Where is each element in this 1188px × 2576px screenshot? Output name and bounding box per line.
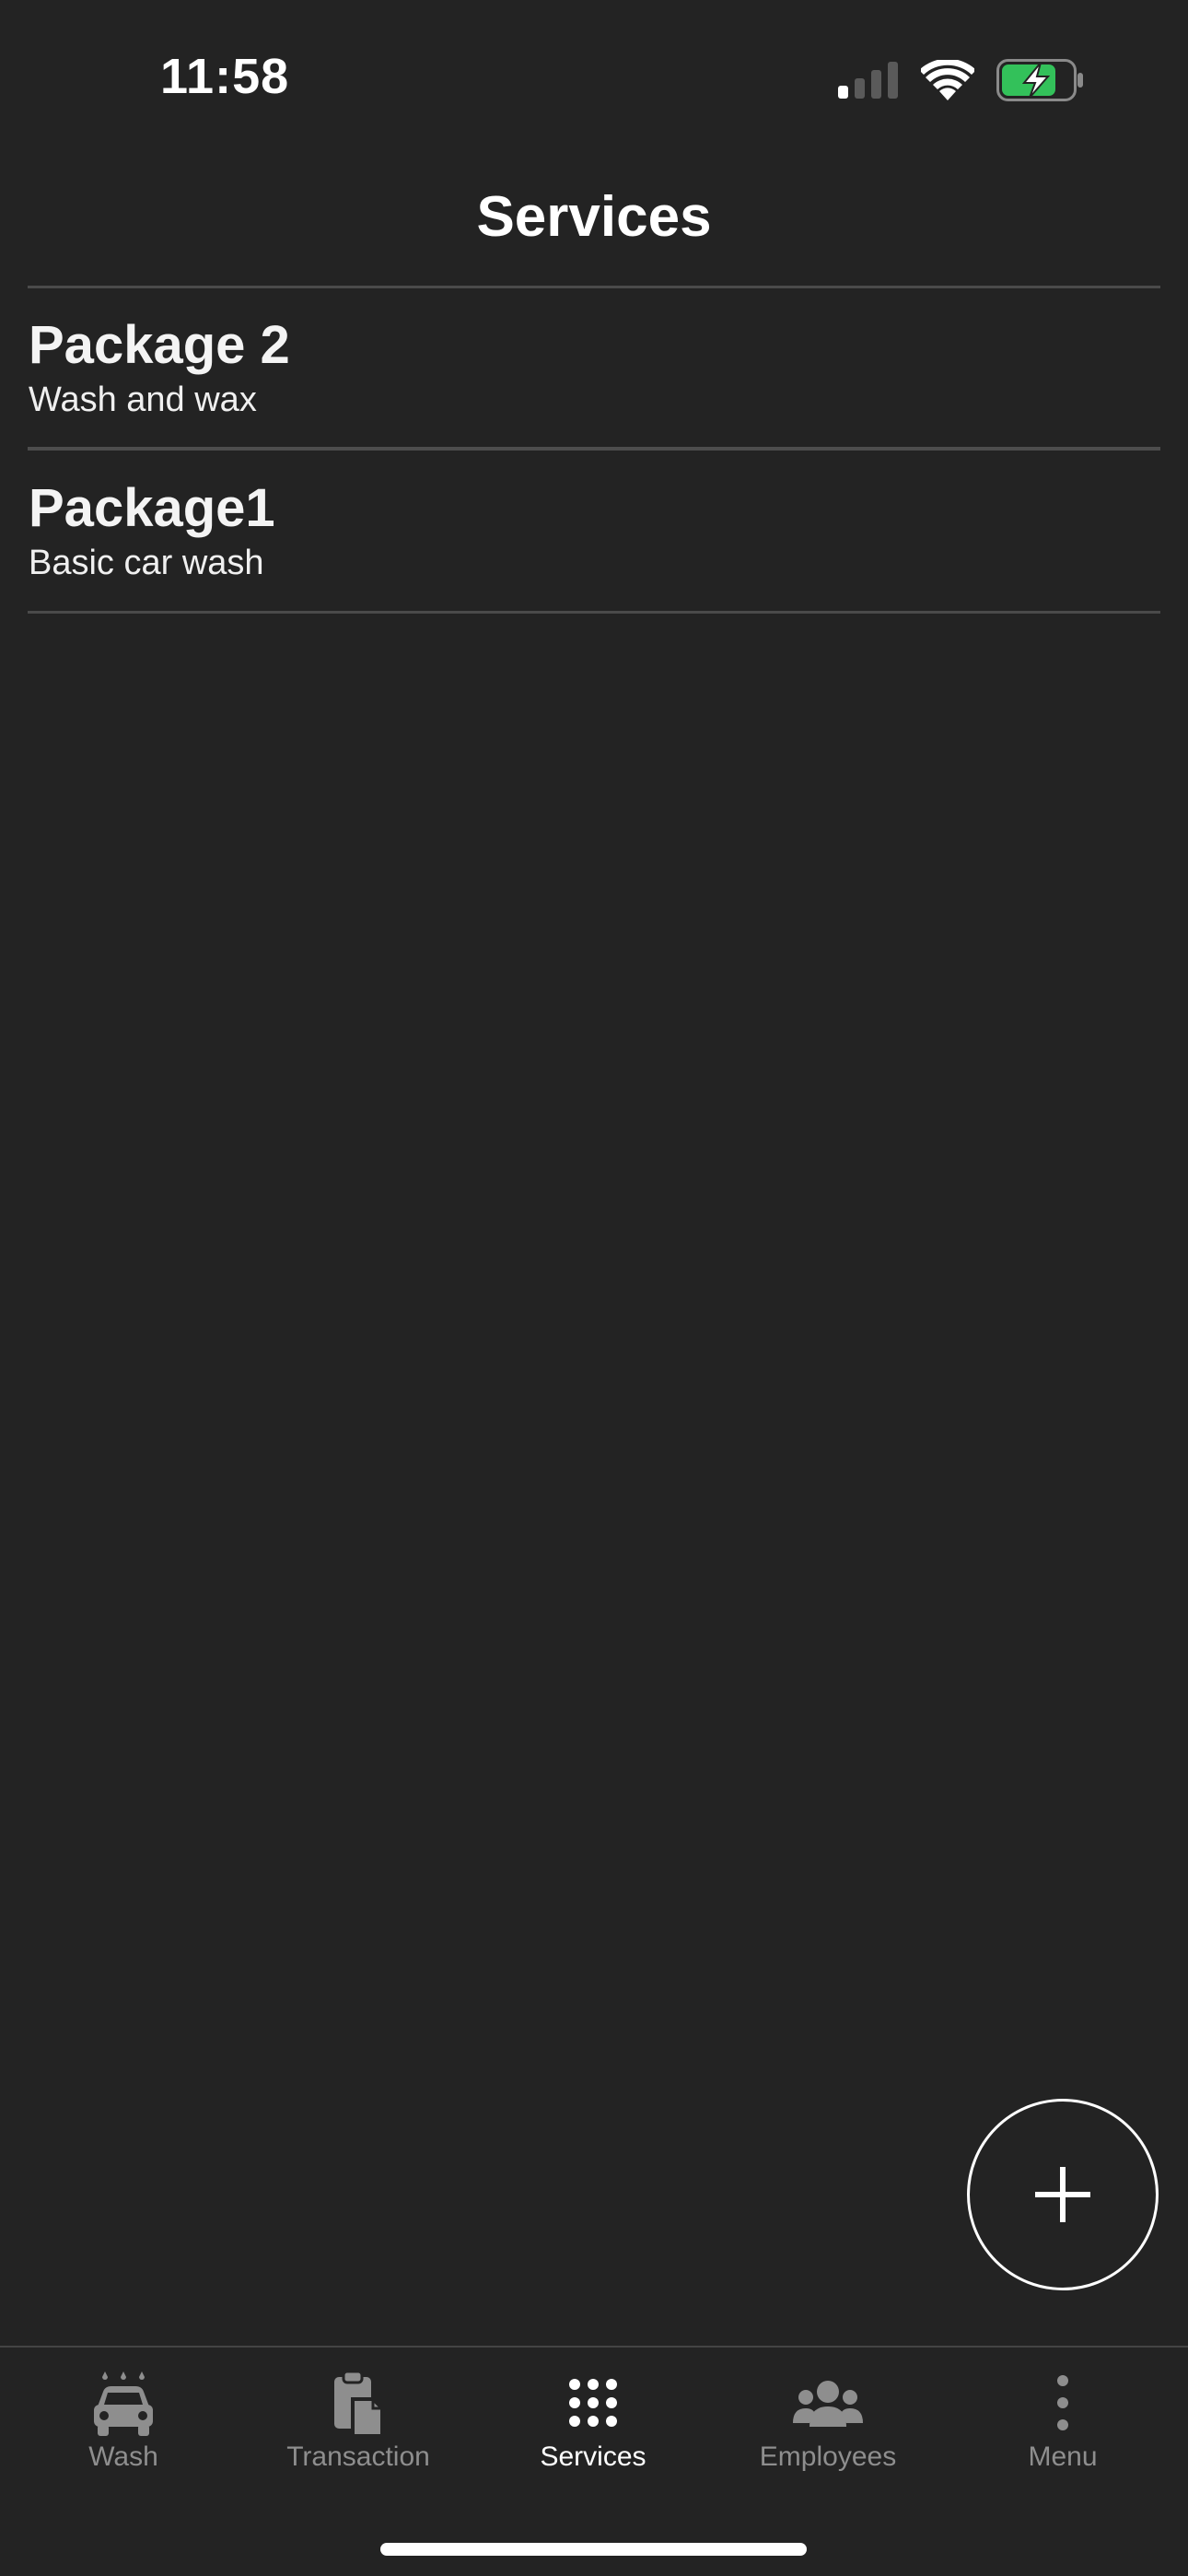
cellular-signal-icon [838, 62, 898, 99]
tab-label: Services [540, 2441, 646, 2472]
status-bar: 11:58 [0, 0, 1188, 138]
tab-employees[interactable]: Employees [709, 2348, 947, 2513]
service-name: Package1 [29, 478, 275, 538]
service-item-package1[interactable]: Package1 Basic car wash [28, 451, 1160, 614]
status-icons [838, 57, 1085, 103]
page-title: Services [476, 185, 712, 249]
people-icon [793, 2381, 863, 2427]
service-item-package-2[interactable]: Package 2 Wash and wax [28, 287, 1160, 451]
car-wash-icon [94, 2371, 153, 2436]
tab-menu[interactable]: Menu [944, 2348, 1182, 2513]
more-vertical-icon [1057, 2375, 1068, 2430]
tab-transaction[interactable]: Transaction [239, 2348, 477, 2513]
tab-wash[interactable]: Wash [5, 2348, 242, 2513]
grid-dots-icon [569, 2379, 617, 2427]
tab-label: Wash [88, 2441, 158, 2472]
service-name: Package 2 [29, 315, 290, 375]
tab-bar: Wash Transaction Services Employees Menu [0, 2346, 1188, 2576]
add-service-button[interactable] [967, 2099, 1159, 2290]
wifi-icon [921, 60, 974, 100]
clipboard-icon [334, 2370, 384, 2438]
battery-charging-icon [996, 59, 1083, 101]
tab-label: Employees [759, 2441, 897, 2472]
home-indicator[interactable] [380, 2543, 807, 2556]
tab-label: Menu [1028, 2441, 1098, 2472]
tab-label: Transaction [286, 2441, 430, 2472]
status-time: 11:58 [160, 49, 290, 104]
service-description: Basic car wash [29, 544, 264, 582]
plus-icon [1035, 2167, 1090, 2222]
service-list: Package 2 Wash and wax Package1 Basic ca… [0, 287, 1188, 614]
services-screen: 11:58 Services Package 2 Wash and wax Pa… [0, 0, 1188, 2576]
tab-services[interactable]: Services [474, 2348, 712, 2513]
service-description: Wash and wax [29, 381, 257, 419]
